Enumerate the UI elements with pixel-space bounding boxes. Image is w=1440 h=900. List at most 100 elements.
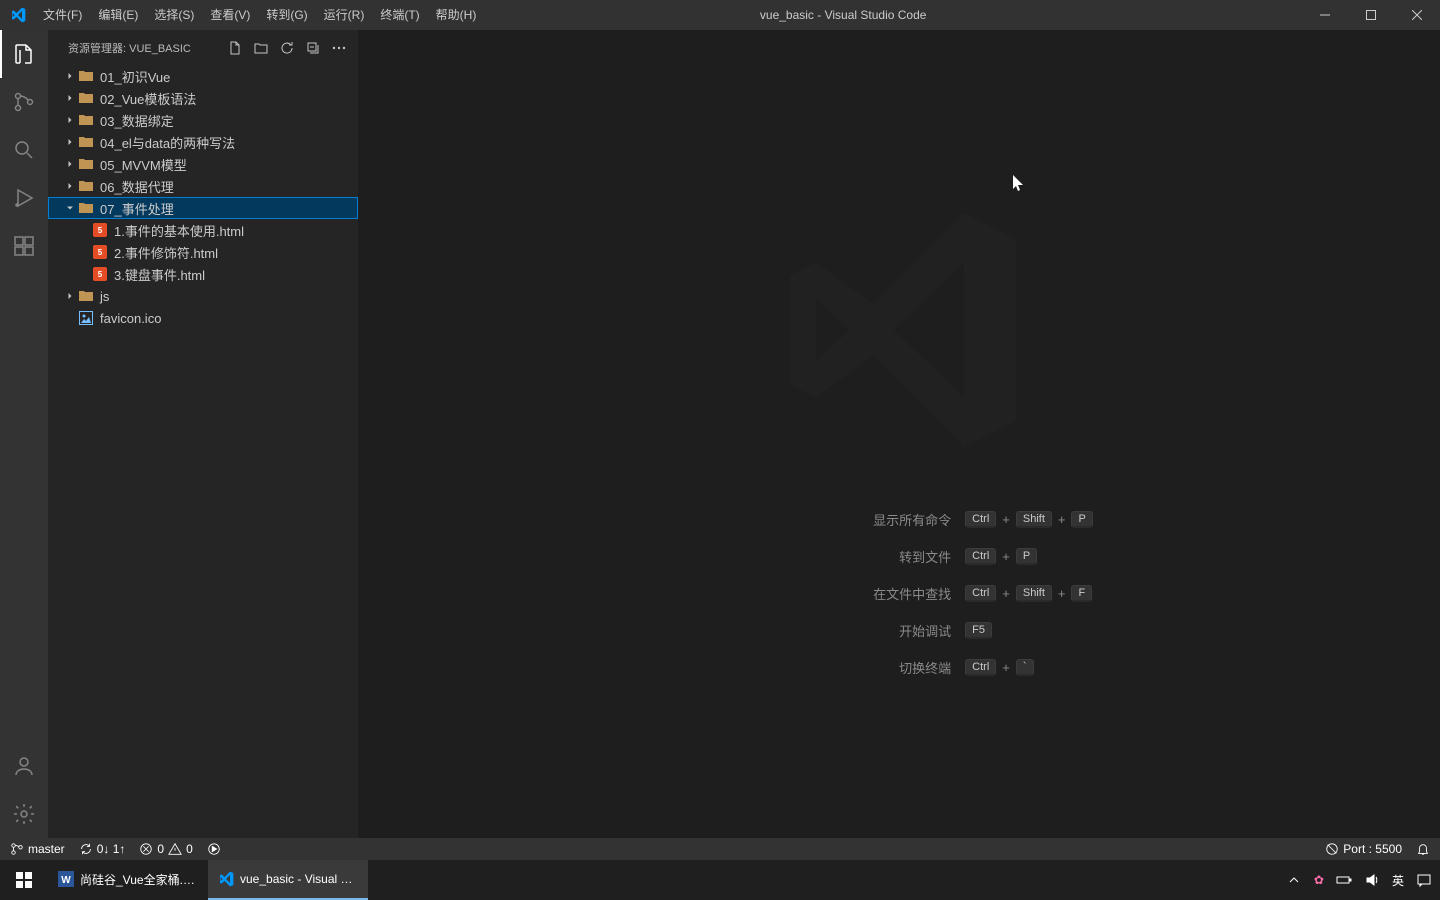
tree-folder[interactable]: 02_Vue模板语法 — [48, 87, 358, 109]
tray-chevron-icon[interactable] — [1286, 872, 1302, 888]
menu-item[interactable]: 选择(S) — [146, 0, 202, 30]
keyboard-key: Ctrl — [965, 548, 996, 565]
tree-label: 2.事件修饰符.html — [114, 243, 218, 262]
chevron-right-icon — [62, 70, 78, 82]
window-title: vue_basic - Visual Studio Code — [484, 8, 1302, 22]
tree-folder[interactable]: 03_数据绑定 — [48, 109, 358, 131]
activity-search[interactable] — [0, 126, 48, 174]
activity-source-control[interactable] — [0, 78, 48, 126]
tree-file[interactable]: 53.键盘事件.html — [48, 263, 358, 285]
shortcut-label: 在文件中查找 — [705, 584, 965, 603]
tree-folder[interactable]: 04_el与data的两种写法 — [48, 131, 358, 153]
activity-settings[interactable] — [0, 790, 48, 838]
refresh-icon[interactable] — [276, 37, 298, 59]
activity-accounts[interactable] — [0, 742, 48, 790]
menu-item[interactable]: 运行(R) — [316, 0, 373, 30]
tray-notifications-icon[interactable] — [1416, 872, 1432, 888]
taskbar-task[interactable]: W尚硅谷_Vue全家桶.d... — [48, 860, 208, 900]
keyboard-key: F5 — [965, 622, 992, 639]
status-live-server[interactable]: Port : 5500 — [1325, 842, 1402, 856]
taskbar-task[interactable]: vue_basic - Visual S... — [208, 860, 368, 900]
status-debug-start[interactable] — [207, 842, 221, 856]
tray-flower-icon[interactable]: ✿ — [1314, 873, 1324, 887]
tree-label: 01_初识Vue — [100, 67, 170, 86]
shortcut-row: 转到文件Ctrl+P — [705, 547, 1093, 566]
folder-icon — [78, 178, 94, 194]
tree-file[interactable]: favicon.ico — [48, 307, 358, 329]
activity-extensions[interactable] — [0, 222, 48, 270]
sidebar-header: 资源管理器: VUE_BASIC — [48, 30, 358, 65]
new-file-icon[interactable] — [224, 37, 246, 59]
system-tray[interactable]: ✿ 英 — [1286, 872, 1440, 889]
keyboard-key: Ctrl — [965, 511, 996, 528]
keyboard-key: P — [1071, 511, 1092, 528]
vscode-icon — [218, 871, 234, 887]
menu-bar: 文件(F)编辑(E)选择(S)查看(V)转到(G)运行(R)终端(T)帮助(H) — [35, 0, 484, 30]
mouse-cursor-icon — [1013, 175, 1025, 193]
task-label: vue_basic - Visual S... — [240, 872, 358, 886]
titlebar: 文件(F)编辑(E)选择(S)查看(V)转到(G)运行(R)终端(T)帮助(H)… — [0, 0, 1440, 30]
activity-run-debug[interactable] — [0, 174, 48, 222]
minimize-button[interactable] — [1302, 0, 1348, 30]
tree-folder[interactable]: 07_事件处理 — [48, 197, 358, 219]
menu-item[interactable]: 编辑(E) — [90, 0, 146, 30]
shortcut-row: 在文件中查找Ctrl+Shift+F — [705, 584, 1093, 603]
menu-item[interactable]: 帮助(H) — [428, 0, 485, 30]
tree-label: 03_数据绑定 — [100, 111, 174, 130]
menu-item[interactable]: 查看(V) — [202, 0, 258, 30]
chevron-down-icon — [62, 202, 78, 214]
folder-icon — [78, 200, 94, 216]
menu-item[interactable]: 文件(F) — [35, 0, 90, 30]
chevron-right-icon — [62, 92, 78, 104]
status-branch[interactable]: master — [10, 842, 65, 856]
status-sync[interactable]: 0↓ 1↑ — [79, 842, 126, 856]
folder-icon — [78, 134, 94, 150]
activity-explorer[interactable] — [0, 30, 48, 78]
chevron-right-icon — [62, 158, 78, 170]
collapse-all-icon[interactable] — [302, 37, 324, 59]
keyboard-key: P — [1016, 548, 1037, 565]
html-file-icon: 5 — [92, 244, 108, 260]
tree-label: 02_Vue模板语法 — [100, 89, 196, 108]
close-button[interactable] — [1394, 0, 1440, 30]
start-button[interactable] — [0, 860, 48, 900]
html-file-icon: 5 — [92, 266, 108, 282]
menu-item[interactable]: 终端(T) — [372, 0, 427, 30]
tree-folder[interactable]: 06_数据代理 — [48, 175, 358, 197]
tree-label: 1.事件的基本使用.html — [114, 221, 244, 240]
windows-taskbar: W尚硅谷_Vue全家桶.d...vue_basic - Visual S... … — [0, 860, 1440, 900]
activity-bar — [0, 30, 48, 838]
shortcut-label: 转到文件 — [705, 547, 965, 566]
vscode-logo-icon — [0, 7, 35, 23]
folder-icon — [78, 68, 94, 84]
menu-item[interactable]: 转到(G) — [258, 0, 315, 30]
tray-battery-icon[interactable] — [1336, 872, 1352, 888]
chevron-right-icon — [62, 180, 78, 192]
tree-folder[interactable]: 01_初识Vue — [48, 65, 358, 87]
folder-icon — [78, 90, 94, 106]
tree-folder[interactable]: 05_MVVM模型 — [48, 153, 358, 175]
keyboard-key: Ctrl — [965, 585, 996, 602]
tray-ime[interactable]: 英 — [1392, 872, 1404, 889]
tree-label: 06_数据代理 — [100, 177, 174, 196]
more-icon[interactable] — [328, 37, 350, 59]
editor-area: 显示所有命令Ctrl+Shift+P转到文件Ctrl+P在文件中查找Ctrl+S… — [358, 30, 1440, 838]
tree-label: js — [100, 289, 109, 304]
chevron-right-icon — [62, 136, 78, 148]
status-problems[interactable]: 0 0 — [139, 842, 192, 856]
status-bar: master 0↓ 1↑ 0 0 Port : 5500 — [0, 838, 1440, 860]
keyboard-key: Shift — [1016, 511, 1052, 528]
shortcut-label: 开始调试 — [705, 621, 965, 640]
maximize-button[interactable] — [1348, 0, 1394, 30]
shortcut-label: 显示所有命令 — [705, 510, 965, 529]
file-tree[interactable]: 01_初识Vue 02_Vue模板语法 03_数据绑定04_el与data的两种写法… — [48, 65, 358, 838]
status-notifications[interactable] — [1416, 842, 1430, 856]
tree-file[interactable]: 51.事件的基本使用.html — [48, 219, 358, 241]
tray-volume-icon[interactable] — [1364, 872, 1380, 888]
tree-folder[interactable]: js — [48, 285, 358, 307]
shortcut-label: 切换终端 — [705, 658, 965, 677]
task-label: 尚硅谷_Vue全家桶.d... — [80, 871, 198, 888]
new-folder-icon[interactable] — [250, 37, 272, 59]
tree-label: 07_事件处理 — [100, 199, 174, 218]
tree-file[interactable]: 5 2.事件修饰符.html — [48, 241, 358, 263]
